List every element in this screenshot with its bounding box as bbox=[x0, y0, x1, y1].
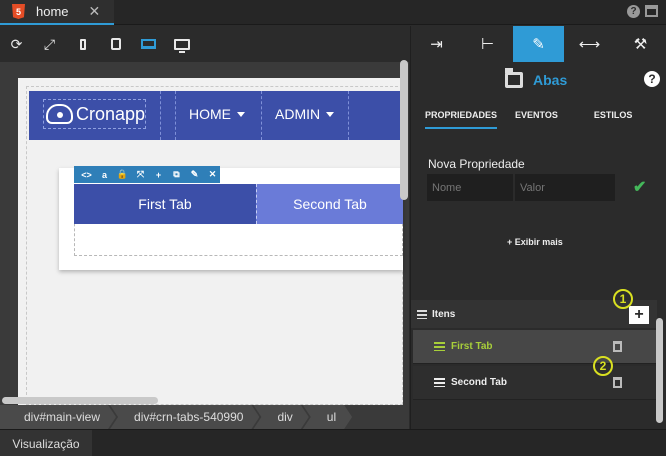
caret-down-icon bbox=[326, 111, 335, 117]
help-icon[interactable]: ? bbox=[644, 71, 660, 87]
close-icon[interactable]: ✕ bbox=[89, 3, 101, 20]
tab-propriedades[interactable]: PROPRIEDADES bbox=[425, 110, 498, 129]
window-icon[interactable] bbox=[645, 5, 658, 17]
property-name-input[interactable] bbox=[427, 174, 513, 201]
properties-panel: ⇥ ⊢ ✎ ⟷ ⚒ Abas ? PROPRIEDADES EVENTOS ES… bbox=[410, 26, 666, 429]
nav-divider bbox=[160, 91, 161, 140]
component-title: Abas bbox=[505, 68, 568, 88]
breadcrumb-item[interactable]: div bbox=[253, 405, 308, 429]
trash-icon[interactable] bbox=[613, 341, 622, 352]
laptop-view-button[interactable] bbox=[132, 26, 165, 62]
tools-icon: ⚒ bbox=[633, 36, 648, 53]
import-button[interactable]: ⇥ bbox=[411, 26, 462, 62]
code-icon[interactable]: <> bbox=[79, 170, 94, 180]
nav-item-label: ADMIN bbox=[275, 106, 321, 122]
property-value-input[interactable] bbox=[515, 174, 615, 201]
refresh-icon: ⟳ bbox=[10, 35, 23, 52]
logo-text: Cronapp bbox=[75, 103, 145, 124]
help-icon[interactable]: ? bbox=[627, 5, 640, 18]
file-tab-home[interactable]: 5 home ✕ bbox=[0, 0, 114, 25]
html5-icon: 5 bbox=[12, 4, 25, 19]
file-tab-label: home bbox=[36, 4, 69, 19]
show-more-link[interactable]: + Exibir mais bbox=[507, 237, 563, 247]
tab-visualizacao[interactable]: Visualização bbox=[0, 430, 92, 456]
anchor-icon[interactable]: a bbox=[97, 170, 112, 180]
breadcrumb-item[interactable]: ul bbox=[303, 405, 352, 429]
list-item[interactable]: First Tab bbox=[413, 330, 657, 364]
window-controls: ? bbox=[627, 5, 658, 18]
expand-icon: ⤢ bbox=[43, 35, 56, 52]
confirm-check-icon[interactable]: ✔ bbox=[633, 177, 646, 197]
breadcrumb-item[interactable]: div#crn-tabs-540990 bbox=[110, 405, 259, 429]
trash-icon[interactable] bbox=[613, 377, 622, 388]
fullscreen-button[interactable]: ⤢ bbox=[33, 26, 66, 62]
laptop-icon bbox=[141, 39, 156, 49]
component-toolbar: <> a 🔒 ⤧ + ⧉ ✎ ✕ bbox=[74, 166, 220, 183]
monitor-icon bbox=[173, 38, 190, 53]
copy-icon[interactable]: ⧉ bbox=[169, 169, 184, 180]
list-item[interactable]: Second Tab bbox=[413, 366, 657, 400]
nav-divider bbox=[175, 91, 176, 140]
edit-button[interactable]: ✎ bbox=[513, 26, 564, 62]
design-canvas[interactable]: Cronapp HOME ADMIN <> a 🔒 ⤧ + ⧉ ✎ ✕ Firs… bbox=[0, 62, 409, 405]
desktop-view-button[interactable] bbox=[165, 26, 198, 62]
tree-button[interactable]: ⊢ bbox=[462, 26, 513, 62]
device-toolbar: ⟳ ⤢ bbox=[0, 26, 409, 62]
item-label: First Tab bbox=[451, 341, 493, 352]
nav-divider bbox=[348, 91, 349, 140]
tab-label: Second Tab bbox=[293, 196, 367, 212]
logo[interactable]: Cronapp bbox=[43, 99, 146, 129]
component-name: Abas bbox=[533, 72, 568, 88]
item-label: Second Tab bbox=[451, 377, 507, 388]
callout-2: 2 bbox=[593, 356, 613, 376]
tree-icon: ⊢ bbox=[480, 36, 495, 53]
page-preview[interactable]: Cronapp HOME ADMIN <> a 🔒 ⤧ + ⧉ ✎ ✕ Firs… bbox=[18, 78, 403, 405]
tab-label: First Tab bbox=[138, 196, 192, 212]
panel-toolbar: ⇥ ⊢ ✎ ⟷ ⚒ bbox=[411, 26, 666, 62]
tablet-view-button[interactable] bbox=[99, 26, 132, 62]
pencil-icon: ✎ bbox=[532, 36, 545, 53]
panel-subtabs: PROPRIEDADES EVENTOS ESTILOS bbox=[425, 110, 650, 129]
breadcrumb-item[interactable]: div#main-view bbox=[0, 405, 116, 429]
ide-window: 5 home ✕ ? ⟳ ⤢ Cronapp HOME ADMIN <> a 🔒… bbox=[0, 0, 666, 456]
canvas-vertical-scrollbar[interactable] bbox=[400, 60, 408, 200]
file-tab-bar: 5 home ✕ ? bbox=[0, 0, 666, 25]
nav-divider bbox=[261, 91, 262, 140]
navbar[interactable]: Cronapp HOME ADMIN bbox=[29, 91, 403, 140]
import-icon: ⇥ bbox=[430, 36, 443, 53]
list-icon bbox=[434, 378, 445, 387]
refresh-button[interactable]: ⟳ bbox=[0, 26, 33, 62]
breadcrumb: div#main-view div#crn-tabs-540990 div ul bbox=[0, 405, 409, 429]
nav-item-admin[interactable]: ADMIN bbox=[275, 106, 335, 122]
nav-item-home[interactable]: HOME bbox=[189, 106, 245, 122]
callout-1: 1 bbox=[613, 289, 633, 309]
add-item-button[interactable]: + bbox=[629, 306, 649, 324]
lock-icon[interactable]: 🔒 bbox=[115, 169, 130, 180]
phone-view-button[interactable] bbox=[66, 26, 99, 62]
cloud-logo-icon bbox=[46, 104, 73, 124]
tab-first[interactable]: First Tab bbox=[74, 184, 256, 224]
tab-eventos[interactable]: EVENTOS bbox=[515, 110, 558, 129]
canvas-horizontal-scrollbar[interactable] bbox=[2, 397, 158, 404]
magic-wand-icon[interactable]: ✎ bbox=[187, 169, 202, 180]
tab-second[interactable]: Second Tab bbox=[256, 184, 403, 224]
resize-icon[interactable]: ⤧ bbox=[133, 169, 148, 180]
list-icon bbox=[434, 342, 445, 351]
resize-button[interactable]: ⟷ bbox=[564, 26, 615, 62]
tab-estilos[interactable]: ESTILOS bbox=[594, 110, 633, 129]
items-label: Itens bbox=[432, 308, 456, 320]
folder-icon bbox=[505, 68, 523, 88]
tools-button[interactable]: ⚒ bbox=[615, 26, 666, 62]
arrows-horizontal-icon: ⟷ bbox=[578, 36, 601, 53]
delete-icon[interactable]: ✕ bbox=[205, 169, 220, 180]
add-icon[interactable]: + bbox=[151, 170, 166, 180]
list-icon bbox=[417, 309, 427, 319]
panel-scrollbar[interactable] bbox=[656, 318, 663, 423]
phone-icon bbox=[79, 38, 86, 50]
caret-down-icon bbox=[237, 111, 245, 117]
new-property-label: Nova Propriedade bbox=[428, 157, 525, 171]
nav-item-label: HOME bbox=[189, 106, 231, 122]
bottom-bar: Visualização bbox=[0, 429, 666, 456]
tablet-icon bbox=[110, 38, 121, 50]
